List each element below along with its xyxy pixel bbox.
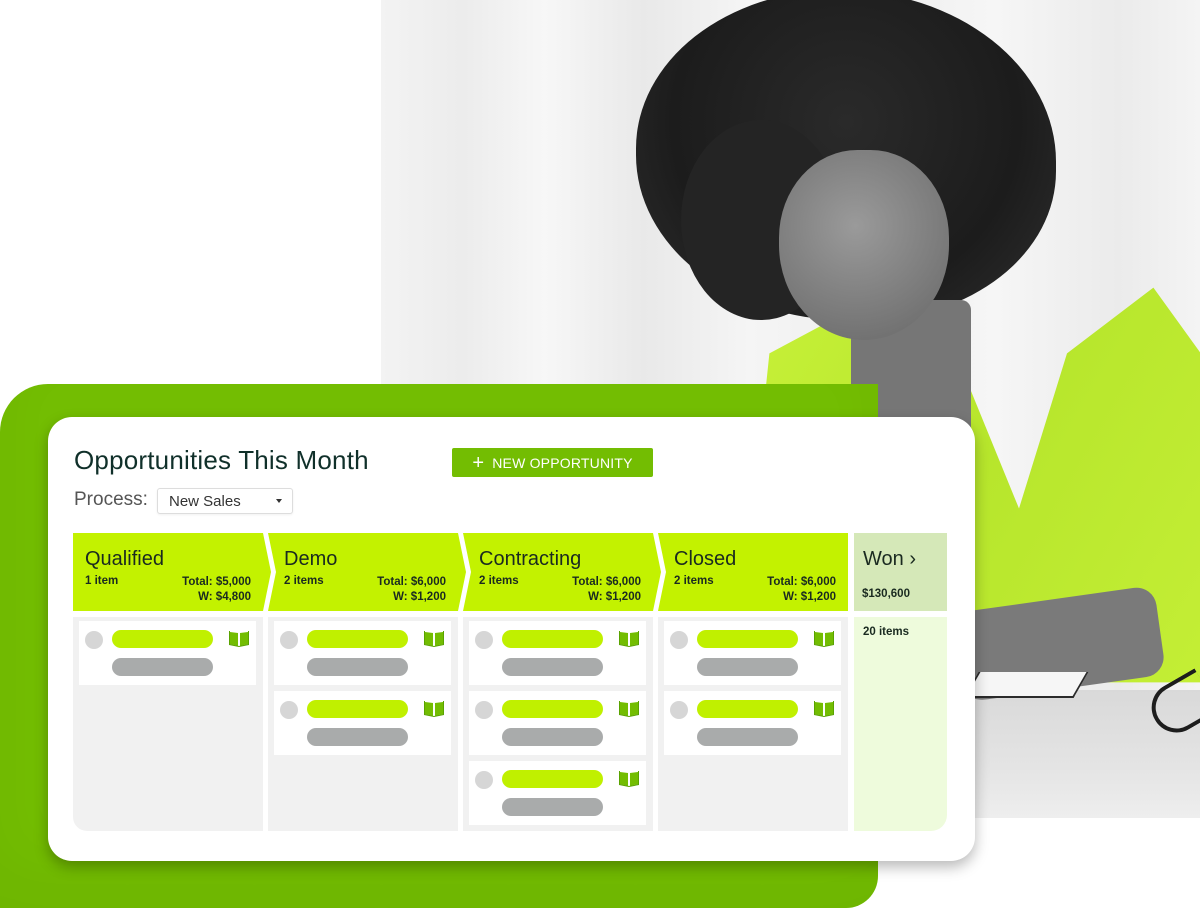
opportunity-card[interactable] bbox=[664, 621, 841, 685]
avatar-placeholder bbox=[475, 631, 493, 649]
opportunities-card: Opportunities This Month + NEW OPPORTUNI… bbox=[48, 417, 975, 861]
stage-count: 20 items bbox=[863, 626, 910, 638]
stage-weighted: W: $1,200 bbox=[588, 591, 641, 603]
book-icon[interactable] bbox=[619, 630, 639, 647]
stage-column-won: 20 items bbox=[854, 617, 947, 831]
subtitle-placeholder bbox=[502, 658, 603, 676]
stage-count: 2 items bbox=[674, 575, 714, 587]
opportunity-card[interactable] bbox=[469, 691, 646, 755]
subtitle-placeholder bbox=[307, 728, 408, 746]
title-placeholder bbox=[307, 630, 408, 648]
chevron-down-icon bbox=[276, 499, 282, 503]
subtitle-placeholder bbox=[697, 728, 798, 746]
title-placeholder bbox=[307, 700, 408, 718]
photo-face bbox=[779, 150, 949, 340]
title-placeholder bbox=[697, 700, 798, 718]
photo-notebook bbox=[963, 672, 1089, 698]
stage-column-closed bbox=[658, 617, 848, 831]
avatar-placeholder bbox=[475, 701, 493, 719]
stage-header-won[interactable]: Won › $130,600 bbox=[854, 533, 947, 611]
avatar-placeholder bbox=[670, 631, 688, 649]
stage-name: Won › bbox=[863, 548, 916, 570]
plus-icon: + bbox=[472, 451, 485, 474]
process-label: Process: bbox=[74, 489, 148, 510]
opportunity-card[interactable] bbox=[664, 691, 841, 755]
stage-column-qualified bbox=[73, 617, 263, 831]
stage-count: 2 items bbox=[479, 575, 519, 587]
process-select-value: New Sales bbox=[169, 492, 241, 510]
stage-total: Total: $6,000 bbox=[767, 576, 836, 588]
subtitle-placeholder bbox=[502, 798, 603, 816]
pipeline-board: Won › $130,600 20 items Qualified 1 item T… bbox=[73, 533, 947, 833]
new-opportunity-label: NEW OPPORTUNITY bbox=[492, 454, 633, 471]
stage-weighted: W: $1,200 bbox=[783, 591, 836, 603]
title-placeholder bbox=[502, 700, 603, 718]
opportunity-card[interactable] bbox=[274, 621, 451, 685]
book-icon[interactable] bbox=[424, 630, 444, 647]
subtitle-placeholder bbox=[307, 658, 408, 676]
title-placeholder bbox=[502, 770, 603, 788]
title-placeholder bbox=[502, 630, 603, 648]
stage-total: Total: $6,000 bbox=[572, 576, 641, 588]
stage-column-contracting bbox=[463, 617, 653, 831]
book-icon[interactable] bbox=[814, 700, 834, 717]
subtitle-placeholder bbox=[502, 728, 603, 746]
stage-totals: Total: $6,000 W: $1,200 bbox=[572, 575, 641, 605]
stage-weighted: W: $4,800 bbox=[198, 591, 251, 603]
stage-totals: Total: $5,000 W: $4,800 bbox=[182, 575, 251, 605]
avatar-placeholder bbox=[85, 631, 103, 649]
stage-header-closed[interactable]: Closed 2 items Total: $6,000 W: $1,200 bbox=[658, 533, 848, 611]
book-icon[interactable] bbox=[619, 700, 639, 717]
stage-totals: Total: $6,000 W: $1,200 bbox=[767, 575, 836, 605]
stage-name: Demo bbox=[284, 548, 338, 570]
subtitle-placeholder bbox=[697, 658, 798, 676]
book-icon[interactable] bbox=[814, 630, 834, 647]
stage-value: $130,600 bbox=[862, 588, 910, 600]
stage-totals: Total: $6,000 W: $1,200 bbox=[377, 575, 446, 605]
stage-total: Total: $5,000 bbox=[182, 576, 251, 588]
avatar-placeholder bbox=[280, 701, 298, 719]
opportunity-card[interactable] bbox=[469, 761, 646, 825]
stage-header-qualified[interactable]: Qualified 1 item Total: $5,000 W: $4,800 bbox=[73, 533, 271, 611]
stage-count: 2 items bbox=[284, 575, 324, 587]
avatar-placeholder bbox=[670, 701, 688, 719]
opportunity-card[interactable] bbox=[469, 621, 646, 685]
stage-header-demo[interactable]: Demo 2 items Total: $6,000 W: $1,200 bbox=[268, 533, 466, 611]
stage-total: Total: $6,000 bbox=[377, 576, 446, 588]
book-icon[interactable] bbox=[619, 770, 639, 787]
stage-name: Qualified bbox=[85, 548, 164, 570]
title-placeholder bbox=[112, 630, 213, 648]
title-placeholder bbox=[697, 630, 798, 648]
stage-count: 1 item bbox=[85, 575, 119, 587]
stage-weighted: W: $1,200 bbox=[393, 591, 446, 603]
stage-name: Contracting bbox=[479, 548, 582, 570]
page-title: Opportunities This Month bbox=[74, 445, 369, 475]
new-opportunity-button[interactable]: + NEW OPPORTUNITY bbox=[452, 448, 653, 477]
opportunity-card[interactable] bbox=[79, 621, 256, 685]
subtitle-placeholder bbox=[112, 658, 213, 676]
avatar-placeholder bbox=[280, 631, 298, 649]
avatar-placeholder bbox=[475, 771, 493, 789]
stage-column-demo bbox=[268, 617, 458, 831]
book-icon[interactable] bbox=[424, 700, 444, 717]
stage-name: Closed bbox=[674, 548, 737, 570]
opportunity-card[interactable] bbox=[274, 691, 451, 755]
process-select[interactable]: New Sales bbox=[157, 488, 293, 514]
book-icon[interactable] bbox=[229, 630, 249, 647]
stage-header-contracting[interactable]: Contracting 2 items Total: $6,000 W: $1,200 bbox=[463, 533, 661, 611]
